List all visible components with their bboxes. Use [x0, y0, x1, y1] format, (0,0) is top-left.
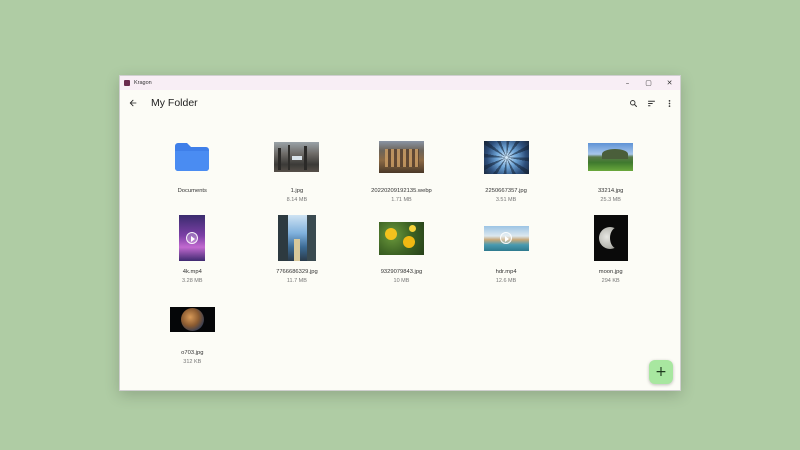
play-icon: [186, 232, 199, 244]
image-thumbnail: [274, 142, 320, 172]
file-name: 1.jpg: [290, 188, 304, 194]
file-size: 312 KB: [183, 359, 202, 365]
play-icon: [500, 232, 513, 244]
search-button[interactable]: [624, 94, 642, 112]
thumb-box: [273, 215, 321, 261]
file-item-1-jpg[interactable]: 1.jpg 8.14 MB: [245, 134, 350, 215]
file-name: 9329079843.jpg: [380, 269, 423, 275]
file-item-20220209192135-webp[interactable]: 20220209192135.webp 1.71 MB: [349, 134, 454, 215]
image-thumbnail: [483, 140, 529, 174]
thumb-box: [587, 134, 635, 180]
file-name: 20220209192135.webp: [371, 188, 432, 194]
file-size: 1.71 MB: [391, 197, 412, 203]
window-controls: – ▢ ✕: [617, 76, 680, 90]
file-size: 10 MB: [393, 278, 410, 284]
video-thumbnail: [179, 215, 206, 261]
thumb-box: [168, 296, 216, 342]
more-vertical-icon: [668, 99, 670, 107]
app-window: Kragon – ▢ ✕ My Folder Documents 1.jpg 8…: [119, 75, 681, 391]
file-size: 25.3 MB: [600, 197, 621, 203]
image-thumbnail: [378, 221, 424, 255]
thumb-box: [273, 134, 321, 180]
file-item-o703-jpg[interactable]: o703.jpg 312 KB: [140, 296, 245, 377]
file-item-2250667357-jpg[interactable]: 2250667357.jpg 3.51 MB: [454, 134, 559, 215]
file-item-documents[interactable]: Documents: [140, 134, 245, 215]
sort-icon: [647, 100, 655, 106]
maximize-button[interactable]: ▢: [638, 76, 659, 90]
search-icon: [629, 99, 637, 107]
app-logo-icon: [124, 80, 130, 86]
folder-icon: [175, 143, 210, 171]
file-size: 294 KB: [601, 278, 620, 284]
file-name: 2250667357.jpg: [485, 188, 527, 194]
more-button[interactable]: [660, 94, 678, 112]
file-size: 3.51 MB: [495, 197, 517, 203]
minimize-button[interactable]: –: [617, 76, 638, 90]
file-size: 8.14 MB: [286, 197, 308, 203]
file-name: Documents: [177, 188, 207, 194]
thumb-box: [168, 134, 216, 180]
video-thumbnail: [483, 225, 529, 251]
file-grid: Documents 1.jpg 8.14 MB 20220209192135.w…: [140, 134, 668, 377]
back-button[interactable]: [125, 95, 141, 111]
add-button[interactable]: +: [649, 360, 673, 384]
title-bar[interactable]: Kragon – ▢ ✕: [120, 76, 680, 90]
image-thumbnail: [378, 141, 424, 173]
thumb-box: [377, 134, 425, 180]
image-thumbnail: [588, 143, 634, 171]
thumb-box: [482, 134, 530, 180]
thumb-box: [168, 215, 216, 261]
image-thumbnail: [593, 215, 628, 261]
thumb-box: [587, 215, 635, 261]
close-button[interactable]: ✕: [659, 76, 680, 90]
appbar-actions: [624, 94, 678, 112]
file-item-33214-jpg[interactable]: 33214.jpg 25.3 MB: [558, 134, 663, 215]
image-thumbnail: [169, 306, 215, 332]
file-name: 7766686329.jpg: [276, 269, 318, 275]
file-name: 4k.mp4: [182, 269, 202, 275]
file-size: 11.7 MB: [286, 278, 307, 284]
app-bar: My Folder: [120, 90, 680, 116]
file-item-4k-mp4[interactable]: 4k.mp4 3.28 MB: [140, 215, 245, 296]
file-item-hdr-mp4[interactable]: hdr.mp4 12.6 MB: [454, 215, 559, 296]
page-title: My Folder: [151, 97, 198, 109]
thumb-box: [377, 215, 425, 261]
arrow-left-icon: [129, 99, 137, 107]
thumb-box: [482, 215, 530, 261]
file-item-9329079843-jpg[interactable]: 9329079843.jpg 10 MB: [349, 215, 454, 296]
file-item-moon-jpg[interactable]: moon.jpg 294 KB: [558, 215, 663, 296]
file-size: 12.6 MB: [495, 278, 517, 284]
file-name: 33214.jpg: [597, 188, 624, 194]
image-thumbnail: [277, 215, 316, 261]
file-size: 3.28 MB: [182, 278, 203, 284]
sort-button[interactable]: [642, 94, 660, 112]
file-item-7766686329-jpg[interactable]: 7766686329.jpg 11.7 MB: [245, 215, 350, 296]
file-name: hdr.mp4: [495, 269, 517, 275]
file-name: o703.jpg: [181, 350, 204, 356]
app-title: Kragon: [134, 80, 152, 86]
file-name: moon.jpg: [598, 269, 623, 275]
